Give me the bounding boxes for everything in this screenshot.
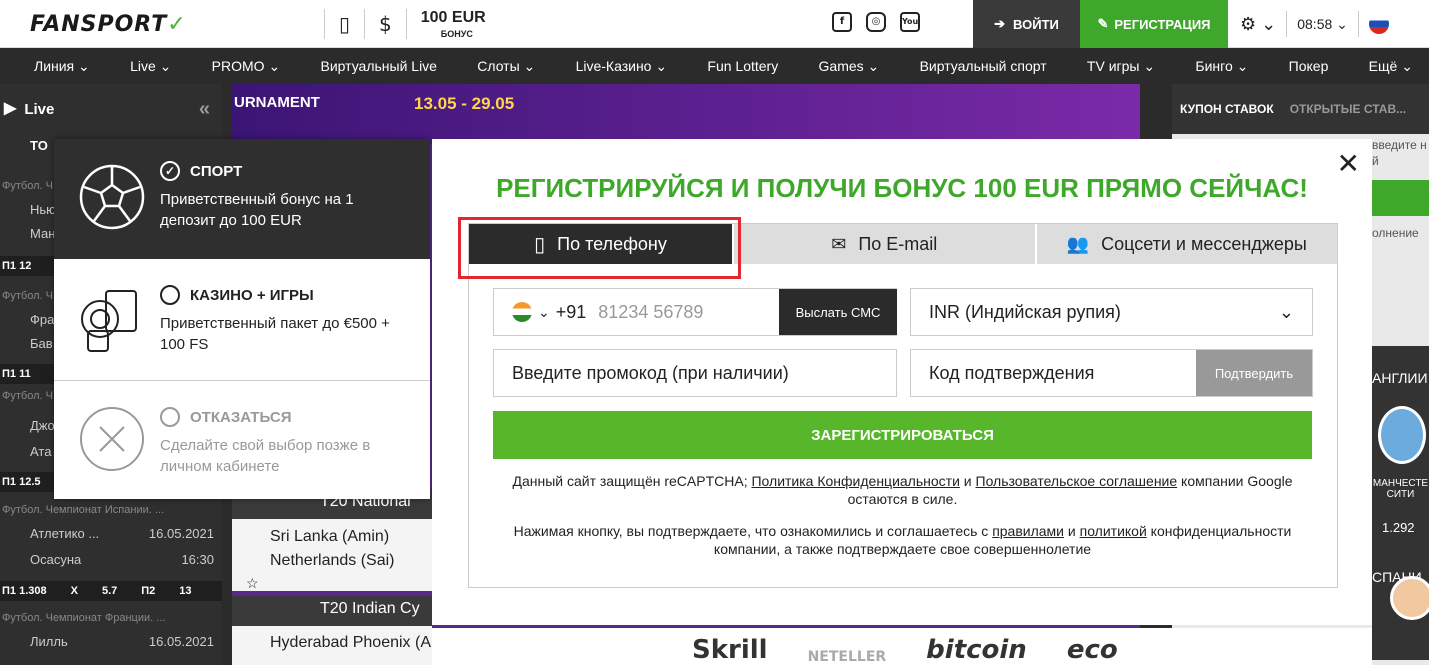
bonus-badge[interactable]: 100 EUR БОНУС xyxy=(421,9,486,39)
bonus-desc: Сделайте свой выбор позже в личном кабин… xyxy=(160,437,371,475)
send-sms-button[interactable]: Выслать СМС xyxy=(779,289,897,335)
autofill-label: олнение xyxy=(1372,226,1419,240)
decline-x-icon xyxy=(80,407,144,471)
team-row[interactable]: Осасуна 16:30 xyxy=(0,548,222,570)
radio-icon[interactable] xyxy=(160,407,180,427)
nav-item[interactable]: Виртуальный Live xyxy=(320,58,436,74)
phone-field[interactable]: ⌄ +91 81234 56789 Выслать СМС xyxy=(493,288,897,336)
match-row[interactable]: Sri Lanka (Amin) Netherlands (Sai) ☆ xyxy=(232,519,432,591)
nav-item[interactable]: Линия ⌄ xyxy=(34,58,90,75)
nav-item[interactable]: Games ⌄ xyxy=(819,58,880,75)
header-right: ⚙ ⌄ 08:58 ⌄ xyxy=(1240,0,1389,48)
match-row[interactable]: Hyderabad Phoenix (A xyxy=(232,626,432,665)
facebook-icon[interactable]: f xyxy=(832,12,852,32)
login-button[interactable]: ➔ ВОЙТИ xyxy=(973,0,1080,48)
terms-link[interactable]: Пользовательское соглашение xyxy=(976,473,1178,489)
instagram-icon[interactable]: ◎ xyxy=(866,12,886,32)
nav-item[interactable]: Покер xyxy=(1289,58,1329,74)
team-row[interactable]: Лилль 16.05.2021 xyxy=(0,630,222,652)
login-icon: ➔ xyxy=(994,16,1006,31)
manchester-city-logo-icon xyxy=(1378,406,1426,464)
confirm-button[interactable]: Подтвердить xyxy=(1196,350,1312,396)
youtube-icon[interactable]: You xyxy=(900,12,920,32)
league-title: Футбол. Чемпионат Франции. ... xyxy=(2,612,166,624)
consent-note: Нажимая кнопку, вы подтверждаете, что оз… xyxy=(513,523,1292,557)
bitcoin-logo: bitcoin xyxy=(926,635,1027,665)
skrill-logo: Skrill xyxy=(692,635,768,665)
league-title: Футбол. Чемпионат Испании. ... xyxy=(2,504,165,516)
recaptcha-note: Данный сайт защищён reCAPTCHA; Политика … xyxy=(512,473,1293,507)
star-icon[interactable]: ☆ xyxy=(246,571,259,595)
team-row[interactable]: Атлетико ... 16.05.2021 xyxy=(0,522,222,544)
promo-input[interactable]: Введите промокод (при наличии) xyxy=(493,349,897,397)
tab-social[interactable]: 👥 Соцсети и мессенджеры xyxy=(1037,224,1338,264)
clock[interactable]: 08:58 ⌄ xyxy=(1297,16,1348,33)
collapse-icon[interactable]: « xyxy=(199,98,210,121)
nav-item[interactable]: Виртуальный спорт xyxy=(920,58,1047,74)
coupon-hint: й xyxy=(1372,154,1379,168)
social-links: f ◎ You xyxy=(832,12,920,32)
radio-checked-icon[interactable]: ✓ xyxy=(160,161,180,181)
nav-item[interactable]: TV игры ⌄ xyxy=(1087,58,1155,75)
policy-link[interactable]: политикой xyxy=(1080,523,1147,539)
nav-item[interactable]: Live ⌄ xyxy=(130,58,171,75)
casino-chips-icon xyxy=(81,290,137,352)
logo[interactable]: FANSPORT✓ xyxy=(30,12,187,37)
nav-item[interactable]: Бинго ⌄ xyxy=(1195,58,1248,75)
main-nav: Линия ⌄ Live ⌄ PROMO ⌄ Виртуальный Live … xyxy=(0,48,1429,84)
bonus-option-decline[interactable]: ОТКАЗАТЬСЯ Сделайте свой выбор позже в л… xyxy=(54,381,430,499)
tab-bet-slip[interactable]: КУПОН СТАВОК xyxy=(1172,102,1282,116)
phone-code: +91 xyxy=(555,301,587,322)
play-icon: ▶ xyxy=(4,100,17,117)
bonus-desc: Приветственный пакет до €500 + 100 FS xyxy=(160,315,390,353)
envelope-icon: ✉ xyxy=(831,233,847,254)
pencil-icon: ✎ xyxy=(1097,16,1109,31)
dollar-icon[interactable]: $ xyxy=(379,12,392,36)
chevron-down-icon: ⌄ xyxy=(1278,301,1294,322)
settings-icon[interactable]: ⚙ ⌄ xyxy=(1240,14,1276,35)
nav-item[interactable]: Live-Казино ⌄ xyxy=(576,58,668,75)
registration-modal: ✕ РЕГИСТРИРУЙСЯ И ПОЛУЧИ БОНУС 100 EUR П… xyxy=(432,139,1372,625)
bonus-desc: Приветственный бонус на 1 депозит до 100… xyxy=(160,191,354,229)
payment-logos: Skrill NETELLER bitcoin eco xyxy=(432,628,1372,665)
live-header[interactable]: ▶ Live « xyxy=(0,84,222,134)
india-flag-icon[interactable] xyxy=(512,302,532,322)
bonus-option-casino[interactable]: КАЗИНО + ИГРЫ Приветственный пакет до €5… xyxy=(54,259,430,381)
odds-row[interactable]: П1 1.308 X 5.7 П2 13 xyxy=(0,581,222,601)
currency-select[interactable]: INR (Индийская рупия) ⌄ xyxy=(910,288,1313,336)
nav-item[interactable]: Ещё ⌄ xyxy=(1369,58,1413,75)
green-strip xyxy=(1372,180,1429,216)
bonus-select-panel: ✓ СПОРТ Приветственный бонус на 1 депозит… xyxy=(54,139,430,499)
modal-title: РЕГИСТРИРУЙСЯ И ПОЛУЧИ БОНУС 100 EUR ПРЯ… xyxy=(496,173,1308,203)
nav-item[interactable]: Слоты ⌄ xyxy=(477,58,535,75)
nav-item[interactable]: Fun Lottery xyxy=(707,58,778,74)
bonus-option-sport[interactable]: ✓ СПОРТ Приветственный бонус на 1 депозит… xyxy=(54,139,430,259)
soccer-ball-icon xyxy=(79,164,145,230)
code-input[interactable]: Код подтверждения Подтвердить xyxy=(910,349,1313,397)
top-bar: FANSPORT✓ ▯ $ 100 EUR БОНУС f ◎ You ➔ ВОЙТ… xyxy=(0,0,1429,48)
tab-open-bets[interactable]: ОТКРЫТЫЕ СТАВ... xyxy=(1282,102,1414,116)
header-tools: ▯ $ 100 EUR БОНУС xyxy=(310,0,486,48)
nav-item[interactable]: PROMO ⌄ xyxy=(212,58,281,75)
coupon-hint: введите н xyxy=(1372,138,1427,152)
register-header-button[interactable]: ✎ РЕГИСТРАЦИЯ xyxy=(1080,0,1228,48)
mobile-icon[interactable]: ▯ xyxy=(339,12,350,36)
phone-input[interactable]: 81234 56789 xyxy=(598,302,703,323)
neteller-logo: NETELLER xyxy=(807,649,887,665)
support-chat-icon[interactable] xyxy=(1390,576,1429,620)
users-icon: 👥 xyxy=(1066,233,1090,254)
chevron-down-icon[interactable]: ⌄ xyxy=(538,304,550,321)
league-row[interactable]: T20 Indian Cy xyxy=(232,596,432,626)
highlight-box xyxy=(458,217,741,279)
privacy-link[interactable]: Политика Конфиденциальности xyxy=(751,473,959,489)
promo-banner[interactable]: URNAMENT 13.05 - 29.05 xyxy=(232,84,1140,144)
register-button[interactable]: ЗАРЕГИСТРИРОВАТЬСЯ xyxy=(493,411,1312,459)
language-flag-icon[interactable] xyxy=(1368,14,1389,34)
radio-icon[interactable] xyxy=(160,285,180,305)
rules-link[interactable]: правилами xyxy=(992,523,1064,539)
eco-logo: eco xyxy=(1066,635,1118,665)
tab-email[interactable]: ✉ По E-mail xyxy=(734,224,1037,264)
